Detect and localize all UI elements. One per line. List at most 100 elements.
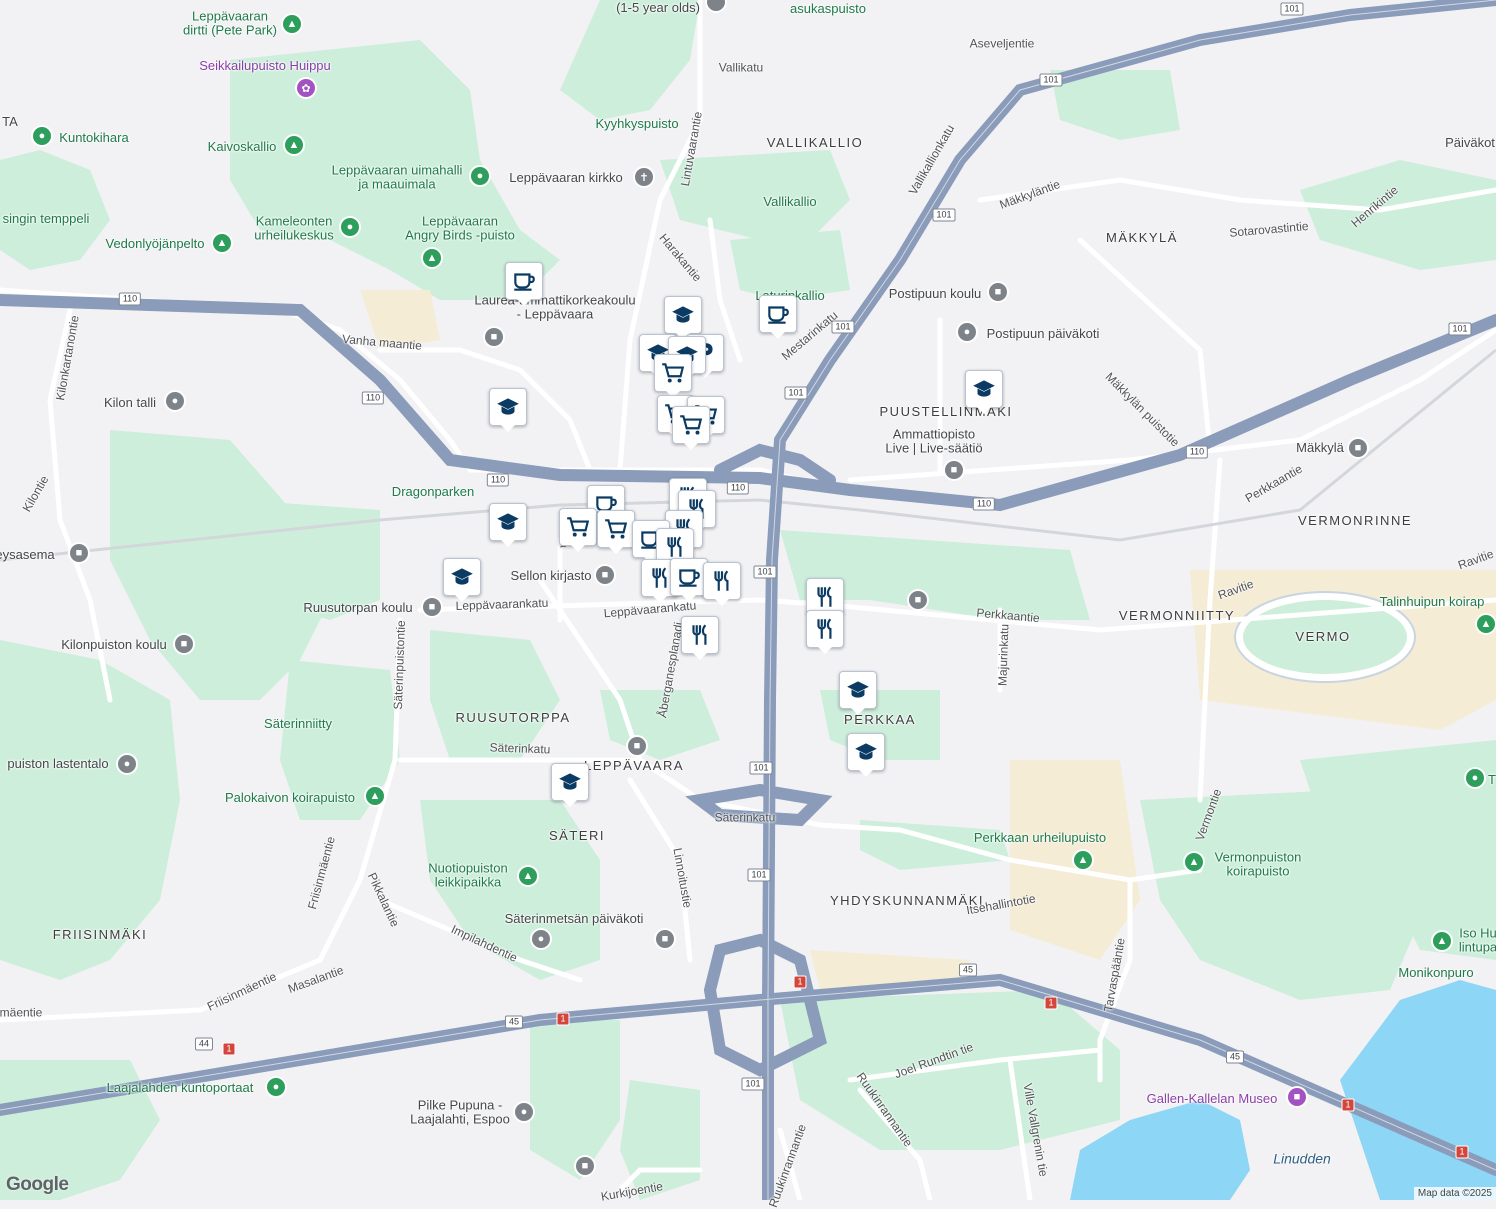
place-label[interactable]: Leppävaaran Angry Birds -puisto — [405, 214, 515, 244]
sport-icon[interactable]: ● — [341, 218, 359, 236]
place-label[interactable]: Pilke Pupuna - Laajalahti, Espoo — [410, 1098, 510, 1128]
place-label[interactable]: Nuotiopuiston leikkipaikka — [428, 861, 508, 891]
shop-marker[interactable] — [559, 508, 597, 552]
museum-icon[interactable]: ■ — [1288, 1088, 1306, 1106]
restaurant-icon — [812, 584, 838, 610]
station-icon[interactable]: ■ — [70, 544, 88, 562]
park-icon[interactable]: ▲ — [283, 15, 301, 33]
amusement-park-icon[interactable]: ✿ — [297, 79, 315, 97]
school-marker[interactable] — [965, 370, 1003, 414]
place-label[interactable]: Dragonparken — [392, 484, 474, 499]
school-marker[interactable] — [839, 671, 877, 715]
school-marker[interactable] — [443, 558, 481, 602]
library-icon[interactable]: ■ — [596, 566, 614, 584]
stable-icon[interactable]: ● — [166, 392, 184, 410]
bus-stop-icon[interactable]: ■ — [576, 1157, 594, 1175]
restaurant-marker[interactable] — [681, 616, 719, 660]
school-icon[interactable]: ■ — [989, 283, 1007, 301]
park-icon[interactable]: ▲ — [1433, 932, 1451, 950]
place-label[interactable]: Laurea-ammattikorkeakoulu - Leppävaara — [474, 293, 635, 323]
dog-park-icon[interactable]: ▲ — [1477, 615, 1495, 633]
map-attribution[interactable]: Map data ©2025 — [1413, 1187, 1496, 1200]
restaurant-marker[interactable] — [806, 610, 844, 654]
map-canvas[interactable] — [0, 0, 1496, 1200]
dog-park-icon[interactable]: ▲ — [366, 787, 384, 805]
place-label[interactable]: Laajalahden kuntoportaat — [107, 1080, 254, 1095]
cafe-marker[interactable] — [505, 262, 543, 306]
place-label[interactable]: singin temppeli — [3, 211, 90, 226]
place-label[interactable]: Talinhuipun koirap — [1380, 594, 1485, 609]
place-label[interactable]: Postipuun päiväkoti — [987, 326, 1100, 341]
shop-marker[interactable] — [672, 406, 710, 450]
shop-marker[interactable] — [654, 354, 692, 398]
google-logo[interactable]: Google — [6, 1174, 69, 1196]
swimming-icon[interactable]: ● — [471, 167, 489, 185]
place-label[interactable]: TA — [2, 114, 18, 129]
place-label[interactable]: Leppävaaran dirtti (Pete Park) — [183, 9, 277, 39]
place-label[interactable]: Kyyhkyspuisto — [595, 116, 678, 131]
place-label[interactable]: Säterinniitty — [264, 716, 332, 731]
school-marker[interactable] — [489, 388, 527, 432]
place-label[interactable]: (1-5 year olds) — [616, 0, 700, 15]
place-label[interactable]: Ruusutorpan koulu — [303, 600, 412, 615]
shop-marker[interactable] — [597, 510, 635, 554]
train-station-icon[interactable]: ■ — [1349, 439, 1367, 457]
place-label[interactable]: puiston lastentalo — [7, 756, 108, 771]
place-label[interactable]: Palokaivon koirapuisto — [225, 790, 355, 805]
school-marker[interactable] — [551, 763, 589, 807]
place-label[interactable]: Kaivoskallio — [208, 139, 277, 154]
place-label[interactable]: Kuntokihara — [59, 130, 128, 145]
school-icon[interactable]: ■ — [423, 598, 441, 616]
kindergarten-icon[interactable]: ● — [118, 755, 136, 773]
place-label[interactable]: eysasema — [0, 547, 55, 562]
place-label[interactable]: Päiväkot — [1445, 135, 1495, 150]
park-icon[interactable]: ▲ — [519, 867, 537, 885]
sport-icon[interactable]: ● — [267, 1078, 285, 1096]
place-label[interactable]: Kilonpuiston koulu — [61, 637, 167, 652]
restaurant-icon — [662, 534, 688, 560]
kindergarten-icon[interactable]: ● — [515, 1103, 533, 1121]
school-marker[interactable] — [489, 503, 527, 547]
place-label[interactable]: Monikonpuro — [1398, 965, 1473, 980]
place-label[interactable]: Perkkaan urheilupuisto — [974, 830, 1106, 845]
school-marker[interactable] — [664, 296, 702, 340]
place-label[interactable]: Kilon talli — [104, 395, 156, 410]
place-label[interactable]: Vermonpuiston koirapuisto — [1215, 850, 1302, 880]
restaurant-marker[interactable] — [703, 562, 741, 606]
place-label[interactable]: asukaspuisto — [790, 1, 866, 16]
church-icon[interactable]: ✝ — [635, 168, 653, 186]
park-icon[interactable]: ▲ — [423, 249, 441, 267]
dog-park-icon[interactable]: ▲ — [1185, 853, 1203, 871]
place-label[interactable]: Leppävaaran kirkko — [509, 170, 622, 185]
school-icon[interactable]: ■ — [485, 328, 503, 346]
park-icon[interactable]: ▲ — [1074, 851, 1092, 869]
bus-stop-icon[interactable]: ■ — [909, 591, 927, 609]
park-icon[interactable]: ▲ — [213, 234, 231, 252]
place-label[interactable]: Vedonlyöjänpelto — [105, 236, 204, 251]
school-icon[interactable]: ■ — [945, 461, 963, 479]
school-marker[interactable] — [847, 733, 885, 777]
kindergarten-icon[interactable]: ● — [958, 323, 976, 341]
place-label[interactable]: T — [1488, 772, 1496, 787]
place-label[interactable]: Leppävaaran uimahalli ja maauimala — [332, 163, 463, 193]
place-label[interactable]: Postipuun koulu — [889, 286, 982, 301]
park-icon[interactable]: ▲ — [285, 136, 303, 154]
place-label[interactable]: Kameleonten urheilukeskus — [254, 214, 334, 244]
place-label[interactable]: Linudden — [1273, 1150, 1331, 1166]
sport-icon[interactable]: ● — [1466, 769, 1484, 787]
road-label: Majurinkatu — [995, 623, 1012, 687]
place-label[interactable]: Iso Hu lintupa — [1459, 926, 1496, 956]
kindergarten-icon[interactable]: ● — [532, 930, 550, 948]
bus-stop-icon[interactable]: ■ — [656, 930, 674, 948]
school-icon[interactable]: ■ — [175, 635, 193, 653]
place-label[interactable]: Sellon kirjasto — [511, 568, 592, 583]
sport-icon[interactable]: ● — [33, 127, 51, 145]
place-label[interactable]: Mäkkylä — [1296, 440, 1344, 455]
place-label[interactable]: Seikkailupuisto Huippu — [199, 58, 331, 73]
place-label[interactable]: Vallikallio — [763, 194, 816, 209]
place-label[interactable]: Ammattiopisto Live | Live-säätiö — [885, 427, 982, 457]
cafe-marker[interactable] — [759, 295, 797, 339]
bus-stop-icon[interactable]: ■ — [628, 737, 646, 755]
place-label[interactable]: Gallen-Kallelan Museo — [1147, 1091, 1278, 1106]
place-label[interactable]: Säterinmetsän päiväkoti — [505, 911, 644, 926]
